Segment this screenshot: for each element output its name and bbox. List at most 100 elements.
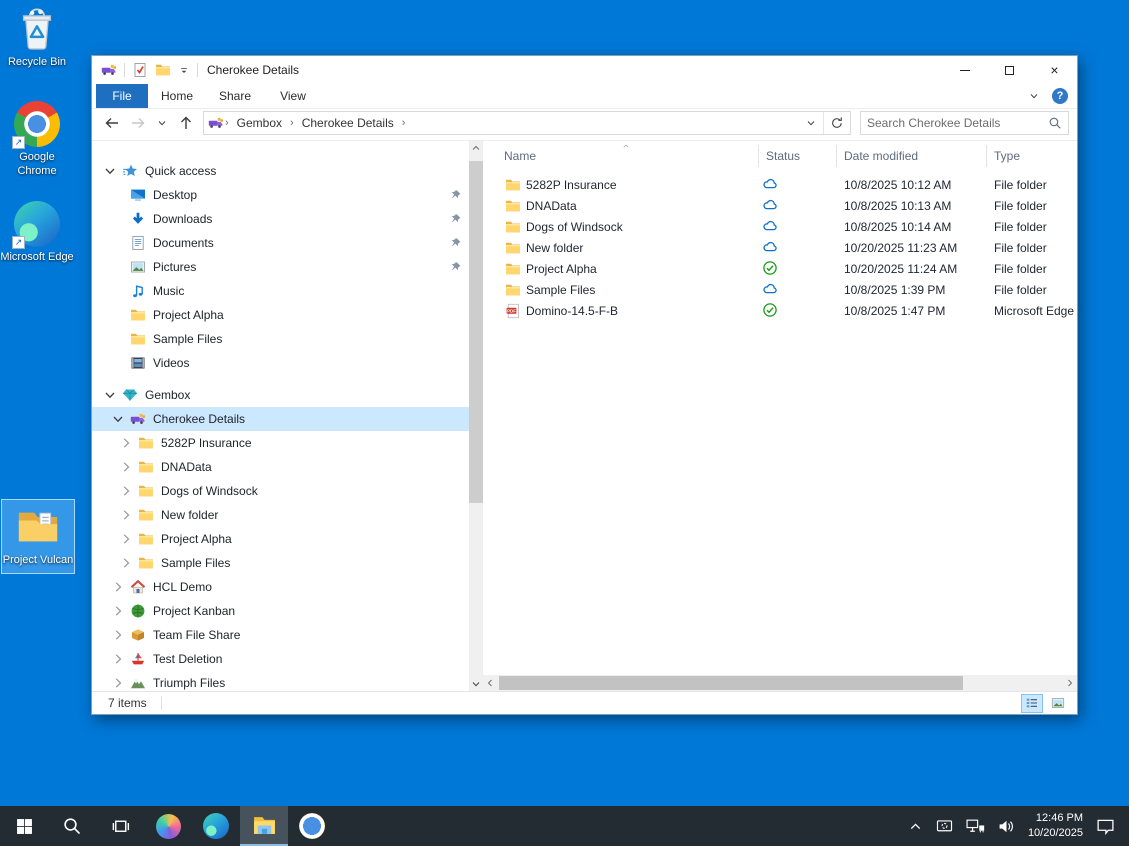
chevron-right-icon[interactable] — [110, 651, 126, 667]
sidebar-item-project-kanban[interactable]: Project Kanban — [92, 599, 469, 623]
chevron-right-icon[interactable] — [110, 579, 126, 595]
chevron-right-icon[interactable] — [118, 507, 134, 523]
start-button[interactable] — [0, 806, 48, 846]
tab-home[interactable]: Home — [148, 84, 206, 108]
sidebar-item-team-file-share[interactable]: Team File Share — [92, 623, 469, 647]
horizontal-scrollbar[interactable] — [483, 675, 1077, 691]
chevron-right-icon[interactable] — [118, 435, 134, 451]
chevron-right-icon[interactable] — [118, 555, 134, 571]
maximize-button[interactable] — [987, 56, 1032, 84]
column-header-type[interactable]: Type — [994, 149, 1020, 163]
chevron-down-icon[interactable] — [102, 163, 118, 179]
large-icons-view-button[interactable] — [1047, 694, 1069, 713]
table-row[interactable]: Sample Files 10/8/2025 1:39 PM File fold… — [483, 279, 1077, 300]
action-center-icon[interactable] — [1096, 818, 1115, 835]
sidebar-item-downloads[interactable]: Downloads — [92, 207, 469, 231]
sidebar-item-cherokee-details[interactable]: Cherokee Details — [92, 407, 469, 431]
copilot-button[interactable] — [144, 806, 192, 846]
sidebar-item-dogs-of-windsock[interactable]: Dogs of Windsock — [92, 479, 469, 503]
scroll-up-icon[interactable] — [469, 141, 483, 155]
sidebar-item-music[interactable]: Music — [92, 279, 469, 303]
column-header-name[interactable]: Name — [504, 149, 536, 163]
chevron-right-icon[interactable] — [110, 675, 126, 691]
up-icon[interactable] — [178, 115, 194, 131]
sidebar-item-pictures[interactable]: Pictures — [92, 255, 469, 279]
chevron-right-icon[interactable] — [118, 459, 134, 475]
tab-share[interactable]: Share — [206, 84, 264, 108]
ribbon-collapse-chevron-icon[interactable] — [1028, 90, 1040, 102]
sidebar-item-sample-files[interactable]: Sample Files — [92, 327, 469, 351]
taskbar-chrome-button[interactable] — [288, 806, 336, 846]
tray-display-icon[interactable] — [936, 819, 953, 834]
back-icon[interactable] — [104, 115, 120, 131]
chevron-right-icon[interactable] — [118, 531, 134, 547]
sidebar-item-hcl-demo[interactable]: HCL Demo — [92, 575, 469, 599]
sidebar-item-test-deletion[interactable]: Test Deletion — [92, 647, 469, 671]
recent-locations-chevron-icon[interactable] — [156, 117, 168, 129]
sidebar-item-sample-files-tree[interactable]: Sample Files — [92, 551, 469, 575]
search-input[interactable] — [867, 116, 1048, 130]
taskbar-edge-button[interactable] — [192, 806, 240, 846]
hidden-icons-chevron-icon[interactable] — [908, 819, 923, 834]
scroll-right-icon[interactable] — [1063, 675, 1077, 691]
chevron-down-icon[interactable] — [110, 411, 126, 427]
navigation-pane: Quick access Desktop Downloads Documents — [92, 141, 469, 691]
column-header-date-modified[interactable]: Date modified — [844, 149, 918, 163]
forward-icon[interactable] — [130, 115, 146, 131]
sidebar-item-quick-access[interactable]: Quick access — [92, 159, 469, 183]
chevron-right-icon[interactable] — [110, 627, 126, 643]
customize-qat-dropdown-icon[interactable] — [178, 64, 190, 76]
table-row[interactable]: Domino-14.5-F-B 10/8/2025 1:47 PM Micros… — [483, 300, 1077, 321]
breadcrumb-gembox[interactable]: Gembox — [230, 116, 289, 130]
sidebar-item-triumph-files[interactable]: Triumph Files — [92, 671, 469, 691]
breadcrumb-cherokee-details[interactable]: Cherokee Details — [295, 116, 401, 130]
close-button[interactable]: × — [1032, 56, 1077, 84]
sidebar-item-5282p-insurance[interactable]: 5282P Insurance — [92, 431, 469, 455]
scrollbar-thumb[interactable] — [469, 161, 483, 503]
details-view-button[interactable] — [1021, 694, 1043, 713]
sidebar-item-dnadata[interactable]: DNAData — [92, 455, 469, 479]
properties-check-icon[interactable] — [132, 62, 148, 78]
tab-file[interactable]: File — [96, 84, 148, 108]
scroll-down-icon[interactable] — [469, 677, 483, 691]
table-row[interactable]: Project Alpha 10/20/2025 11:24 AM File f… — [483, 258, 1077, 279]
chevron-down-icon[interactable] — [102, 387, 118, 403]
scroll-left-icon[interactable] — [483, 675, 497, 691]
copilot-icon — [156, 814, 181, 839]
table-row[interactable]: 5282P Insurance 10/8/2025 10:12 AM File … — [483, 174, 1077, 195]
new-folder-icon[interactable] — [155, 62, 171, 78]
desktop-icon-project-vulcan[interactable]: Project Vulcan — [1, 499, 75, 574]
tab-view[interactable]: View — [264, 84, 322, 108]
taskbar-search-button[interactable] — [48, 806, 96, 846]
address-dropdown-chevron-icon[interactable] — [805, 117, 817, 129]
desktop-icon-label: Project Vulcan — [2, 554, 74, 568]
desktop-icon-microsoft-edge[interactable]: ↗ Microsoft Edge — [0, 201, 74, 265]
table-row[interactable]: Dogs of Windsock 10/8/2025 10:14 AM File… — [483, 216, 1077, 237]
sidebar-item-project-alpha-tree[interactable]: Project Alpha — [92, 527, 469, 551]
chevron-right-icon[interactable] — [110, 603, 126, 619]
volume-icon[interactable] — [998, 819, 1015, 834]
sidebar-item-gembox[interactable]: Gembox — [92, 383, 469, 407]
chevron-right-icon[interactable] — [118, 483, 134, 499]
search-icon[interactable] — [1048, 116, 1062, 130]
help-icon[interactable]: ? — [1052, 88, 1068, 104]
taskbar-file-explorer-button[interactable] — [240, 806, 288, 846]
task-view-button[interactable] — [96, 806, 144, 846]
minimize-button[interactable] — [942, 56, 987, 84]
sidebar-item-new-folder[interactable]: New folder — [92, 503, 469, 527]
sidebar-item-documents[interactable]: Documents — [92, 231, 469, 255]
taskbar-clock[interactable]: 12:46 PM 10/20/2025 — [1028, 811, 1083, 841]
table-row[interactable]: DNAData 10/8/2025 10:13 AM File folder — [483, 195, 1077, 216]
desktop-icon-recycle-bin[interactable]: Recycle Bin — [0, 6, 74, 70]
table-row[interactable]: New folder 10/20/2025 11:23 AM File fold… — [483, 237, 1077, 258]
desktop-icon-google-chrome[interactable]: ↗ Google Chrome — [0, 101, 74, 179]
network-icon[interactable] — [966, 819, 985, 834]
sidebar-item-desktop[interactable]: Desktop — [92, 183, 469, 207]
sidebar-item-project-alpha[interactable]: Project Alpha — [92, 303, 469, 327]
address-bar[interactable]: › Gembox › Cherokee Details › — [203, 111, 851, 135]
sidebar-item-videos[interactable]: Videos — [92, 351, 469, 375]
refresh-icon[interactable] — [830, 116, 844, 130]
column-header-status[interactable]: Status — [766, 149, 800, 163]
navigation-scrollbar[interactable] — [469, 141, 483, 691]
scrollbar-thumb[interactable] — [499, 676, 963, 690]
